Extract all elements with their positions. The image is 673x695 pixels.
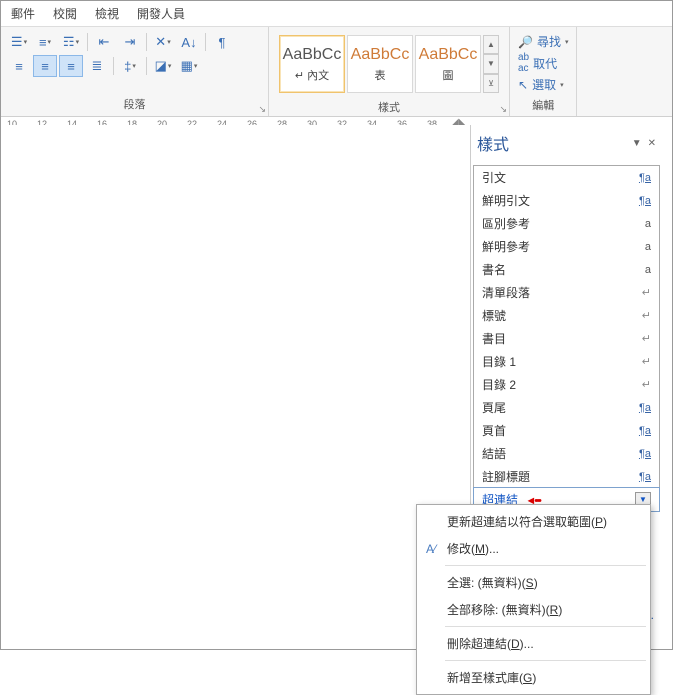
ribbon: ☰▾ ≡▾ ☶▾ ⇤ ⇥ ✕▾ A↓ ¶ ≡ ≡ ≡ ≣ ‡▾ ◪▾ — [1, 27, 672, 117]
shading-icon[interactable]: ◪▾ — [151, 55, 175, 77]
editing-group-label: 編輯 — [518, 95, 568, 115]
style-gallery-scroll[interactable]: ▲ ▼ ⊻ — [483, 35, 499, 93]
align-left-icon[interactable]: ≡ — [7, 55, 31, 77]
increase-indent-icon[interactable]: ⇥ — [118, 31, 142, 53]
justify-icon[interactable]: ≣ — [85, 55, 109, 77]
az-sort-icon[interactable]: A↓ — [177, 31, 201, 53]
style-row[interactable]: 引文¶a — [474, 166, 659, 189]
modify-icon: A⁄ — [423, 541, 439, 557]
style-row[interactable]: 結語¶a — [474, 442, 659, 465]
style-row[interactable]: 鮮明參考a — [474, 235, 659, 258]
menu-bar: 郵件 校閱 檢視 開發人員 — [1, 1, 672, 27]
ctx-update-to-match[interactable]: 更新超連結以符合選取範圍(P) — [417, 508, 650, 535]
style-row[interactable]: 標號↵ — [474, 304, 659, 327]
paragraph-group-label: 段落 — [7, 94, 262, 114]
styles-launcher-icon[interactable]: ↘ — [499, 104, 507, 115]
menu-mail[interactable]: 郵件 — [11, 5, 35, 22]
borders-icon[interactable]: ▦▾ — [177, 55, 201, 77]
align-center-icon[interactable]: ≡ — [33, 55, 57, 77]
decrease-indent-icon[interactable]: ⇤ — [92, 31, 116, 53]
pane-menu-icon[interactable]: ▼ — [632, 138, 642, 149]
replace-icon: abac — [518, 52, 529, 74]
find-button[interactable]: 🔎 尋找 ▾ — [518, 33, 568, 50]
style-row[interactable]: 鮮明引文¶a — [474, 189, 659, 212]
select-button[interactable]: ↖ 選取 ▾ — [518, 76, 568, 93]
ctx-add-to-gallery[interactable]: 新增至樣式庫(G) — [417, 664, 650, 691]
scroll-up-icon[interactable]: ▲ — [483, 35, 499, 54]
ribbon-group-styles: AaBbCc ↵ 內文 AaBbCc 表 AaBbCc 圖 ▲ ▼ ⊻ 樣式 ↘ — [269, 27, 510, 116]
ctx-select-all[interactable]: 全選: (無資料)(S) — [417, 569, 650, 596]
pilcrow-icon[interactable]: ¶ — [210, 31, 234, 53]
align-right-icon[interactable]: ≡ — [59, 55, 83, 77]
style-row[interactable]: 頁首¶a — [474, 419, 659, 442]
style-row[interactable]: 區別參考a — [474, 212, 659, 235]
styles-group-label: 樣式 — [275, 97, 503, 117]
ribbon-group-paragraph: ☰▾ ≡▾ ☶▾ ⇤ ⇥ ✕▾ A↓ ¶ ≡ ≡ ≡ ≣ ‡▾ ◪▾ — [1, 27, 269, 116]
ribbon-group-editing: 🔎 尋找 ▾ abac 取代 ↖ 選取 ▾ 編輯 — [510, 27, 577, 116]
style-row[interactable]: 書名a — [474, 258, 659, 281]
sort-icon[interactable]: ✕▾ — [151, 31, 175, 53]
style-row[interactable]: 註腳標題¶a — [474, 465, 659, 488]
style-tile-figure[interactable]: AaBbCc 圖 — [415, 35, 481, 93]
style-row[interactable]: 清單段落↵ — [474, 281, 659, 304]
ctx-delete[interactable]: 刪除超連結(D)... — [417, 630, 650, 657]
menu-view[interactable]: 檢視 — [95, 5, 119, 22]
styles-list: 引文¶a鮮明引文¶a區別參考a鮮明參考a書名a清單段落↵標號↵書目↵目錄 1↵目… — [473, 165, 660, 512]
style-row[interactable]: 頁尾¶a — [474, 396, 659, 419]
style-tile-body[interactable]: AaBbCc ↵ 內文 — [279, 35, 345, 93]
style-row[interactable]: 目錄 1↵ — [474, 350, 659, 373]
style-tile-table[interactable]: AaBbCc 表 — [347, 35, 413, 93]
style-context-menu: 更新超連結以符合選取範圍(P) A⁄ 修改(M)... 全選: (無資料)(S)… — [416, 504, 651, 695]
styles-pane: 樣式 ▼ ✕ 引文¶a鮮明引文¶a區別參考a鮮明參考a書名a清單段落↵標號↵書目… — [470, 125, 662, 512]
multilevel-icon[interactable]: ☶▾ — [59, 31, 83, 53]
scroll-more-icon[interactable]: ⊻ — [483, 74, 499, 93]
replace-button[interactable]: abac 取代 — [518, 52, 568, 74]
binoculars-icon: 🔎 — [518, 35, 533, 49]
scroll-down-icon[interactable]: ▼ — [483, 54, 499, 73]
styles-pane-title: 樣式 — [477, 131, 509, 155]
cursor-icon: ↖ — [518, 78, 528, 92]
numbering-icon[interactable]: ≡▾ — [33, 31, 57, 53]
line-spacing-icon[interactable]: ‡▾ — [118, 55, 142, 77]
menu-developer[interactable]: 開發人員 — [137, 5, 185, 22]
menu-review[interactable]: 校閱 — [53, 5, 77, 22]
ctx-modify[interactable]: A⁄ 修改(M)... — [417, 535, 650, 562]
ctx-remove-all[interactable]: 全部移除: (無資料)(R) — [417, 596, 650, 623]
pane-close-icon[interactable]: ✕ — [648, 138, 656, 149]
paragraph-launcher-icon[interactable]: ↘ — [258, 104, 266, 115]
style-row[interactable]: 目錄 2↵ — [474, 373, 659, 396]
style-row[interactable]: 書目↵ — [474, 327, 659, 350]
bullets-icon[interactable]: ☰▾ — [7, 31, 31, 53]
